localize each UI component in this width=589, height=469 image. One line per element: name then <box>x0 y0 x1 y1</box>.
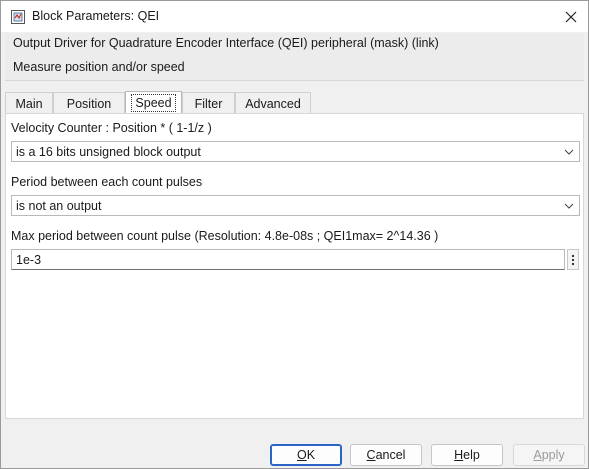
mask-description: Measure position and/or speed <box>13 60 185 74</box>
tab-position[interactable]: Position <box>53 92 125 114</box>
title-bar[interactable]: Block Parameters: QEI <box>1 1 588 32</box>
chevron-down-icon <box>564 203 574 209</box>
velocity-counter-value: is a 16 bits unsigned block output <box>16 145 201 159</box>
close-icon <box>565 11 577 22</box>
mask-title: Output Driver for Quadrature Encoder Int… <box>13 36 439 50</box>
ok-button[interactable]: OK <box>270 444 342 466</box>
window-title: Block Parameters: QEI <box>32 9 160 23</box>
close-button[interactable] <box>553 1 589 32</box>
max-period-label: Max period between count pulse (Resoluti… <box>11 229 439 243</box>
tab-speed[interactable]: Speed <box>125 91 182 114</box>
max-period-options-button[interactable] <box>567 249 579 270</box>
tab-main[interactable]: Main <box>5 92 53 114</box>
tab-filter[interactable]: Filter <box>182 92 235 114</box>
dialog-window: Block Parameters: QEI Output Driver for … <box>0 0 589 469</box>
period-select[interactable]: is not an output <box>11 195 580 216</box>
chevron-down-icon <box>564 149 574 155</box>
max-period-input[interactable]: 1e-3 <box>11 249 565 270</box>
simulink-block-icon <box>10 9 26 25</box>
velocity-counter-label: Velocity Counter : Position * ( 1-1/z ) <box>11 121 212 135</box>
tab-advanced[interactable]: Advanced <box>235 92 311 114</box>
period-label: Period between each count pulses <box>11 175 203 189</box>
help-button[interactable]: Help <box>431 444 503 466</box>
period-value: is not an output <box>16 199 102 213</box>
speed-tab-panel: Velocity Counter : Position * ( 1-1/z ) … <box>5 113 584 419</box>
mask-header: Output Driver for Quadrature Encoder Int… <box>5 33 584 81</box>
cancel-button[interactable]: Cancel <box>350 444 422 466</box>
vertical-ellipsis-icon <box>571 254 575 265</box>
velocity-counter-select[interactable]: is a 16 bits unsigned block output <box>11 141 580 162</box>
apply-button[interactable]: Apply <box>513 444 585 466</box>
max-period-value: 1e-3 <box>16 253 42 267</box>
